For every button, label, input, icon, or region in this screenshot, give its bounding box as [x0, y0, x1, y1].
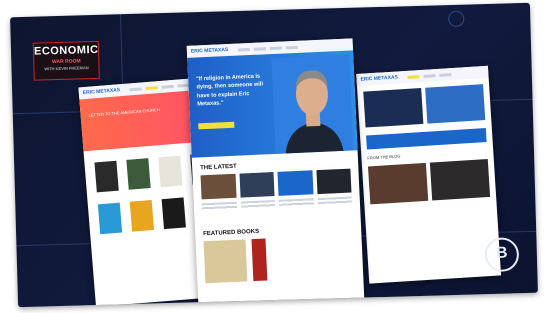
right-thumbnail: [429, 158, 491, 201]
latest-thumbnail: [315, 168, 352, 195]
author-portrait: [271, 54, 354, 154]
book-cover: [97, 202, 123, 235]
right-thumbnail: [425, 84, 486, 124]
right-thumbnail: [367, 162, 429, 205]
featured-book-cover: [251, 238, 268, 282]
right-bottom-row: [362, 157, 496, 207]
nav-item: [423, 73, 436, 78]
left-hero-text: LETTER TO THE AMERICAN CHURCH: [88, 107, 160, 118]
featured-book-cover: [203, 239, 248, 284]
caption-lines: [201, 201, 237, 212]
nav-item-highlight: [145, 85, 159, 90]
latest-thumbnail: [277, 170, 314, 196]
nav-item: [254, 46, 267, 51]
left-page-brand: ERIC METAXAS: [82, 87, 121, 97]
book-cover: [94, 160, 119, 193]
hero-button: [198, 121, 235, 130]
center-hero: "If religion in America is dying, then s…: [187, 50, 358, 158]
nav-item: [439, 72, 452, 77]
nav-item: [286, 45, 299, 49]
logo-line-1: ECONOMIC: [33, 43, 99, 58]
right-thumbnail: [363, 87, 424, 128]
decor-circle: [448, 10, 465, 28]
promo-card: ECONOMIC WAR ROOM WITH KEVIN FREEMAN ERI…: [10, 2, 538, 308]
brand-mark-icon: B: [484, 237, 520, 273]
book-cover: [126, 158, 151, 190]
right-page-screenshot: ERIC METAXAS FROM THE BLOG: [356, 65, 502, 284]
caption-lines: [317, 196, 353, 207]
book-cover: [161, 197, 186, 230]
book-cover: [158, 155, 183, 188]
caption-lines: [240, 200, 276, 210]
nav-item: [270, 46, 283, 50]
right-page-brand: ERIC METAXAS: [360, 74, 399, 83]
featured-books: [196, 234, 364, 284]
nav-item-highlight: [407, 74, 420, 79]
hero-quote: "If religion in America is dying, then s…: [196, 73, 264, 108]
nav-item: [130, 86, 143, 91]
latest-thumbnail: [200, 173, 237, 200]
center-page-brand: ERIC METAXAS: [190, 46, 229, 55]
nav-item: [238, 47, 251, 52]
right-top-row: [357, 78, 492, 134]
logo-line-3: WITH KEVIN FREEMAN: [44, 65, 89, 72]
nav-item: [161, 84, 175, 89]
logo-line-2: WAR ROOM: [51, 58, 81, 66]
caption-lines: [278, 198, 314, 208]
latest-thumbnail: [238, 172, 275, 198]
center-page-screenshot: ERIC METAXAS "If religion in America is …: [186, 38, 365, 308]
economic-war-room-logo: ECONOMIC WAR ROOM WITH KEVIN FREEMAN: [32, 40, 100, 81]
book-cover: [129, 199, 155, 232]
